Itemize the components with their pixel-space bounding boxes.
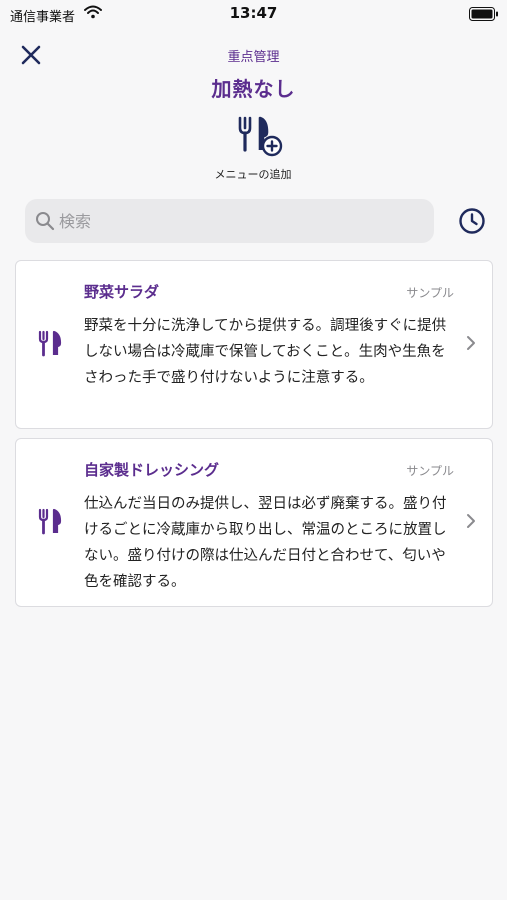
sample-badge: サンプル bbox=[406, 464, 454, 478]
menu-item-card[interactable]: 自家製ドレッシング サンプル 仕込んだ当日のみ提供し、翌日は必ず廃棄する。盛り付… bbox=[15, 438, 493, 607]
add-menu-button[interactable]: メニューの追加 bbox=[203, 114, 303, 186]
menu-item-description: 野菜を十分に洗浄してから提供する。調理後すぐに提供しない場合は冷蔵庫で保管してお… bbox=[84, 318, 447, 386]
status-bar: 通信事業者 13:47 bbox=[0, 0, 507, 28]
search-input[interactable] bbox=[59, 199, 419, 243]
fork-knife-plus-icon bbox=[236, 114, 284, 164]
add-menu-label: メニューの追加 bbox=[214, 168, 292, 181]
clock-icon bbox=[459, 208, 485, 234]
history-button[interactable] bbox=[458, 207, 486, 235]
page-title: 加熱なし bbox=[211, 77, 296, 101]
sample-badge: サンプル bbox=[406, 286, 454, 300]
battery-icon bbox=[469, 7, 499, 25]
menu-item-title: 自家製ドレッシング bbox=[84, 461, 220, 479]
status-time: 13:47 bbox=[229, 4, 278, 22]
fork-knife-icon bbox=[38, 330, 64, 362]
menu-item-card[interactable]: 野菜サラダ サンプル 野菜を十分に洗浄してから提供する。調理後すぐに提供しない場… bbox=[15, 260, 493, 429]
menu-item-description: 仕込んだ当日のみ提供し、翌日は必ず廃棄する。盛り付けるごとに冷蔵庫から取り出し、… bbox=[84, 496, 447, 590]
chevron-right-icon bbox=[466, 513, 476, 533]
chevron-right-icon bbox=[466, 335, 476, 355]
search-bar[interactable] bbox=[25, 199, 434, 243]
fork-knife-icon bbox=[38, 508, 64, 540]
search-icon bbox=[35, 211, 55, 235]
header-subtitle: 重点管理 bbox=[227, 50, 280, 65]
menu-item-title: 野菜サラダ bbox=[84, 283, 160, 301]
